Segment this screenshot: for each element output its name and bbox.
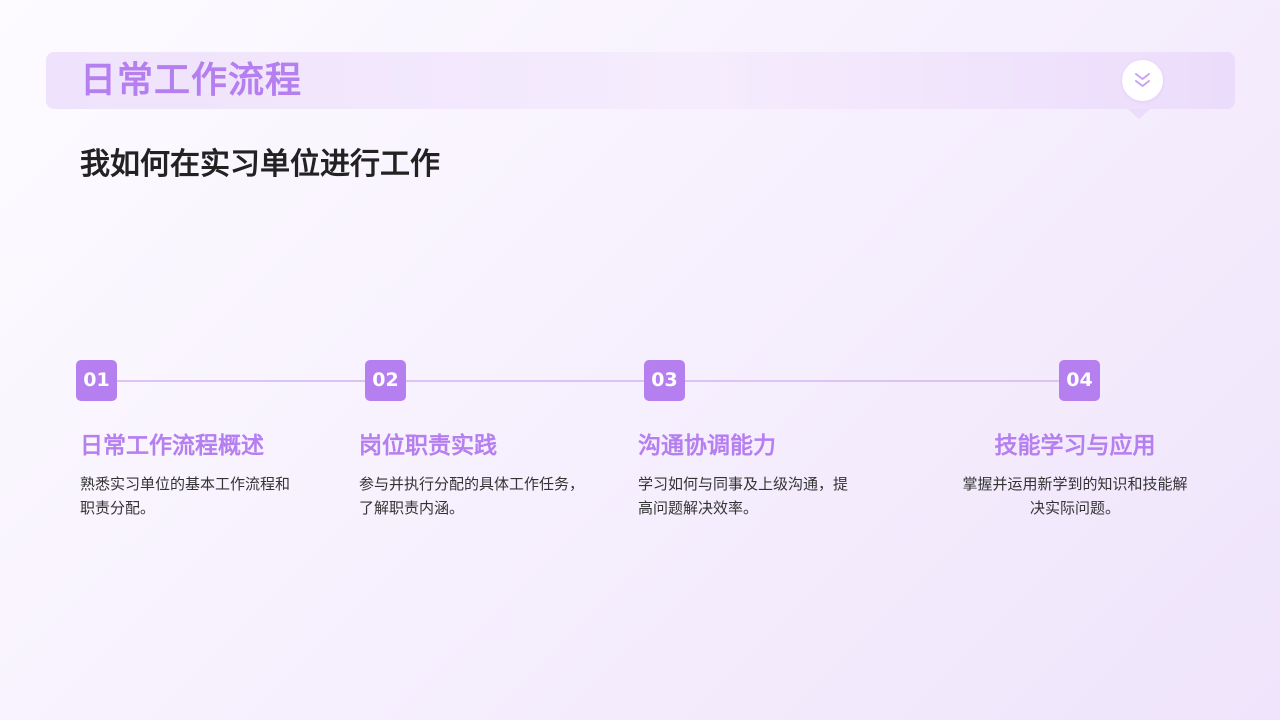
step-description-line: 参与并执行分配的具体工作任务， (359, 475, 585, 493)
header-pointer (1128, 109, 1150, 119)
step-badge-04: 04 (1059, 360, 1100, 401)
step-description-line: 了解职责内涵。 (359, 499, 465, 517)
page-title: 日常工作流程 (80, 60, 303, 101)
step-description-line: 掌握并运用新学到的知识和技能解 (962, 475, 1188, 493)
step-description-04: 掌握并运用新学到的知识和技能解 决实际问题。 (955, 472, 1195, 520)
step-description-line: 决实际问题。 (1029, 499, 1120, 517)
step-description-02: 参与并执行分配的具体工作任务， 了解职责内涵。 (359, 472, 591, 520)
step-badge-02: 02 (365, 360, 406, 401)
step-badge-03: 03 (644, 360, 685, 401)
step-description-line: 高问题解决效率。 (638, 499, 759, 517)
step-title-03: 沟通协调能力 (638, 433, 776, 459)
step-description-line: 职责分配。 (80, 499, 156, 517)
step-description-01: 熟悉实习单位的基本工作流程和 职责分配。 (80, 472, 312, 520)
timeline-line (96, 380, 1080, 382)
step-title-04: 技能学习与应用 (994, 433, 1156, 459)
step-title-01: 日常工作流程概述 (80, 433, 264, 459)
step-title-02: 岗位职责实践 (359, 433, 497, 459)
step-badge-01: 01 (76, 360, 117, 401)
section-subtitle: 我如何在实习单位进行工作 (80, 147, 440, 182)
double-chevron-down-icon[interactable] (1122, 60, 1163, 101)
step-description-03: 学习如何与同事及上级沟通，提 高问题解决效率。 (638, 472, 870, 520)
step-description-line: 熟悉实习单位的基本工作流程和 (80, 475, 291, 493)
step-description-line: 学习如何与同事及上级沟通，提 (638, 475, 849, 493)
